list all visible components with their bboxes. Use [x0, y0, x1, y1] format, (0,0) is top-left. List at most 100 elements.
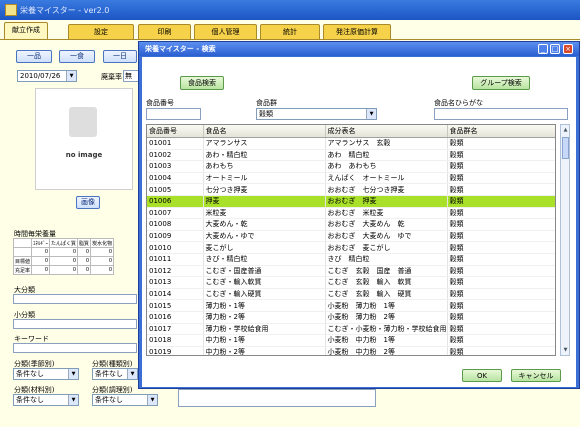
- tab-personal[interactable]: 個人管理: [194, 24, 257, 39]
- scroll-down-icon[interactable]: ▼: [562, 346, 569, 354]
- tab-statistics[interactable]: 統計: [260, 24, 320, 39]
- tab-order-cost[interactable]: 発注原価計算: [323, 24, 391, 39]
- kana-input[interactable]: [434, 108, 568, 120]
- food-search-button[interactable]: 食品検索: [180, 76, 224, 90]
- one-meal-button[interactable]: 一食: [59, 50, 95, 63]
- table-cell: 麦こがし: [203, 241, 326, 254]
- table-cell: 小麦粉 中力粉 1等: [325, 334, 448, 347]
- one-dish-button[interactable]: 一品: [16, 50, 52, 63]
- table-row[interactable]: 01011 きび・精白粒 きび 精白粒 穀類: [147, 253, 555, 266]
- keyword-field[interactable]: [13, 343, 137, 353]
- memo-field[interactable]: [178, 389, 376, 407]
- nutrition-cell: 0: [90, 256, 115, 266]
- table-cell: 穀類: [447, 172, 555, 185]
- table-row[interactable]: 01012 こむぎ・国産普通 こむぎ 玄穀 国産 普通 穀類: [147, 265, 555, 278]
- table-cell: 中力粉・1等: [203, 334, 326, 347]
- table-cell: 薄力粉・1等: [203, 299, 326, 312]
- table-cell: 穀類: [447, 334, 555, 347]
- nutrition-header-cell: 炭水化物: [90, 238, 115, 248]
- table-row[interactable]: 01018 中力粉・1等 小麦粉 中力粉 1等 穀類: [147, 334, 555, 347]
- table-cell: アマランサス: [203, 137, 326, 150]
- category-type-select[interactable]: 条件なし ▼: [92, 368, 138, 380]
- table-cell: 押麦: [203, 195, 326, 208]
- table-row[interactable]: 01002 あわ・精白粒 あわ 精白粒 穀類: [147, 149, 555, 162]
- nutrition-cell: 0: [31, 247, 51, 257]
- date-select[interactable]: 2010/07/26 ▼: [17, 70, 77, 82]
- cancel-button[interactable]: キャンセル: [511, 369, 561, 382]
- column-header-food-name[interactable]: 食品名: [203, 125, 326, 138]
- table-row[interactable]: 01001 アマランサス アマランサス 玄穀 穀類: [147, 137, 555, 150]
- table-row[interactable]: 01013 こむぎ・輸入軟質 こむぎ 玄穀 輸入 軟質 穀類: [147, 276, 555, 289]
- table-row[interactable]: 01006 押麦 おおむぎ 押麦 穀類: [147, 195, 555, 208]
- table-cell: 01014: [147, 288, 204, 301]
- nutrition-cell: 0: [49, 265, 79, 275]
- table-cell: 穀類: [447, 346, 555, 355]
- table-cell: 穀類: [447, 195, 555, 208]
- table-row[interactable]: 01019 中力粉・2等 小麦粉 中力粉 2等 穀類: [147, 346, 555, 355]
- image-placeholder-icon: [69, 107, 97, 137]
- category-cooking-select[interactable]: 条件なし ▼: [92, 394, 158, 406]
- table-row[interactable]: 01005 七分つき押麦 おおむぎ 七分つき押麦 穀類: [147, 183, 555, 196]
- table-cell: 穀類: [447, 311, 555, 324]
- table-row[interactable]: 01016 薄力粉・2等 小麦粉 薄力粉 2等 穀類: [147, 311, 555, 324]
- image-button[interactable]: 画像: [76, 196, 100, 209]
- column-header-group-name[interactable]: 食品群名: [447, 125, 555, 138]
- date-value: 2010/07/26: [20, 72, 61, 80]
- nutrition-row-label: 目標値: [12, 256, 33, 266]
- table-cell: 01002: [147, 149, 204, 162]
- minimize-icon[interactable]: _: [538, 44, 548, 54]
- close-icon[interactable]: ×: [563, 44, 573, 54]
- column-header-component-name[interactable]: 成分表名: [325, 125, 448, 138]
- category-season-select[interactable]: 条件なし ▼: [13, 368, 79, 380]
- table-cell: こむぎ・国産普通: [203, 265, 326, 278]
- table-cell: 01004: [147, 172, 204, 185]
- table-cell: 薄力粉・2等: [203, 311, 326, 324]
- ok-button[interactable]: OK: [462, 369, 502, 382]
- table-cell: 01001: [147, 137, 204, 150]
- table-cell: こむぎ 玄穀 国産 普通: [325, 265, 448, 278]
- tab-divider: [0, 39, 580, 40]
- table-row[interactable]: 01008 大麦めん・乾 おおむぎ 大麦めん 乾穀類: [147, 218, 555, 231]
- table-row[interactable]: 01009 大麦めん・ゆで おおむぎ 大麦めん ゆで 穀類: [147, 230, 555, 243]
- table-row[interactable]: 01004 オートミール えんばく オートミール 穀類: [147, 172, 555, 185]
- table-cell: 穀類: [447, 276, 555, 289]
- tab-menu-create[interactable]: 献立作成: [4, 22, 48, 40]
- dialog-title-bar: 栄養マイスター - 検索 _ □ ×: [139, 42, 579, 56]
- tab-settings[interactable]: 設定: [68, 24, 134, 39]
- major-category-field[interactable]: [13, 294, 137, 304]
- food-group-value: 穀類: [259, 110, 273, 118]
- scroll-up-icon[interactable]: ▲: [562, 126, 569, 134]
- minor-category-field[interactable]: [13, 319, 137, 329]
- table-row[interactable]: 01003 あわもち あわ あわもち 穀類: [147, 160, 555, 173]
- tab-print[interactable]: 印刷: [138, 24, 191, 39]
- nutrition-header-cell: [12, 238, 33, 248]
- nutrition-cell: 0: [31, 265, 51, 275]
- table-row[interactable]: 01010 麦こがし おおむぎ 麦こがし 穀類: [147, 241, 555, 254]
- table-cell: オートミール: [203, 172, 326, 185]
- food-grid: 食品番号 食品名 成分表名 食品群名 01001 アマランサス アマランサス 玄穀穀…: [146, 124, 556, 356]
- one-day-button[interactable]: 一日: [103, 50, 137, 63]
- table-cell: 穀類: [447, 288, 555, 301]
- abolished-rate-field[interactable]: 無: [123, 70, 139, 82]
- table-cell: 01016: [147, 311, 204, 324]
- nutrition-header-cell: たんぱく質: [49, 238, 79, 248]
- group-search-button[interactable]: グループ検索: [472, 76, 530, 90]
- maximize-icon[interactable]: □: [550, 44, 560, 54]
- grid-scrollbar[interactable]: ▲ ▼: [560, 124, 570, 356]
- dialog-body: 食品検索 グループ検索 食品番号 食品群 穀類 ▼ 食品名ひらがな 食品番号 食…: [142, 57, 576, 387]
- food-number-input[interactable]: [146, 108, 201, 120]
- table-row[interactable]: 01007 米粒麦 おおむぎ 米粒麦 穀類: [147, 207, 555, 220]
- table-cell: 穀類: [447, 253, 555, 266]
- scrollbar-thumb[interactable]: [562, 137, 569, 159]
- table-cell: 01013: [147, 276, 204, 289]
- table-cell: あわ 精白粒: [325, 149, 448, 162]
- table-row[interactable]: 01015 薄力粉・1等 小麦粉 薄力粉 1等 穀類: [147, 299, 555, 312]
- dish-image: no image: [35, 88, 133, 190]
- table-row[interactable]: 01017 薄力粉・学校給食用 こむぎ・小麦粉・薄力粉・学校給食用 穀類: [147, 323, 555, 336]
- nutrition-row-label: [12, 247, 33, 257]
- table-row[interactable]: 01014 こむぎ・輸入硬質 こむぎ 玄穀 輸入 硬質 穀類: [147, 288, 555, 301]
- category-material-select[interactable]: 条件なし ▼: [13, 394, 79, 406]
- food-group-select[interactable]: 穀類 ▼: [256, 108, 377, 120]
- table-cell: 七分つき押麦: [203, 183, 326, 196]
- column-header-food-no[interactable]: 食品番号: [147, 125, 204, 138]
